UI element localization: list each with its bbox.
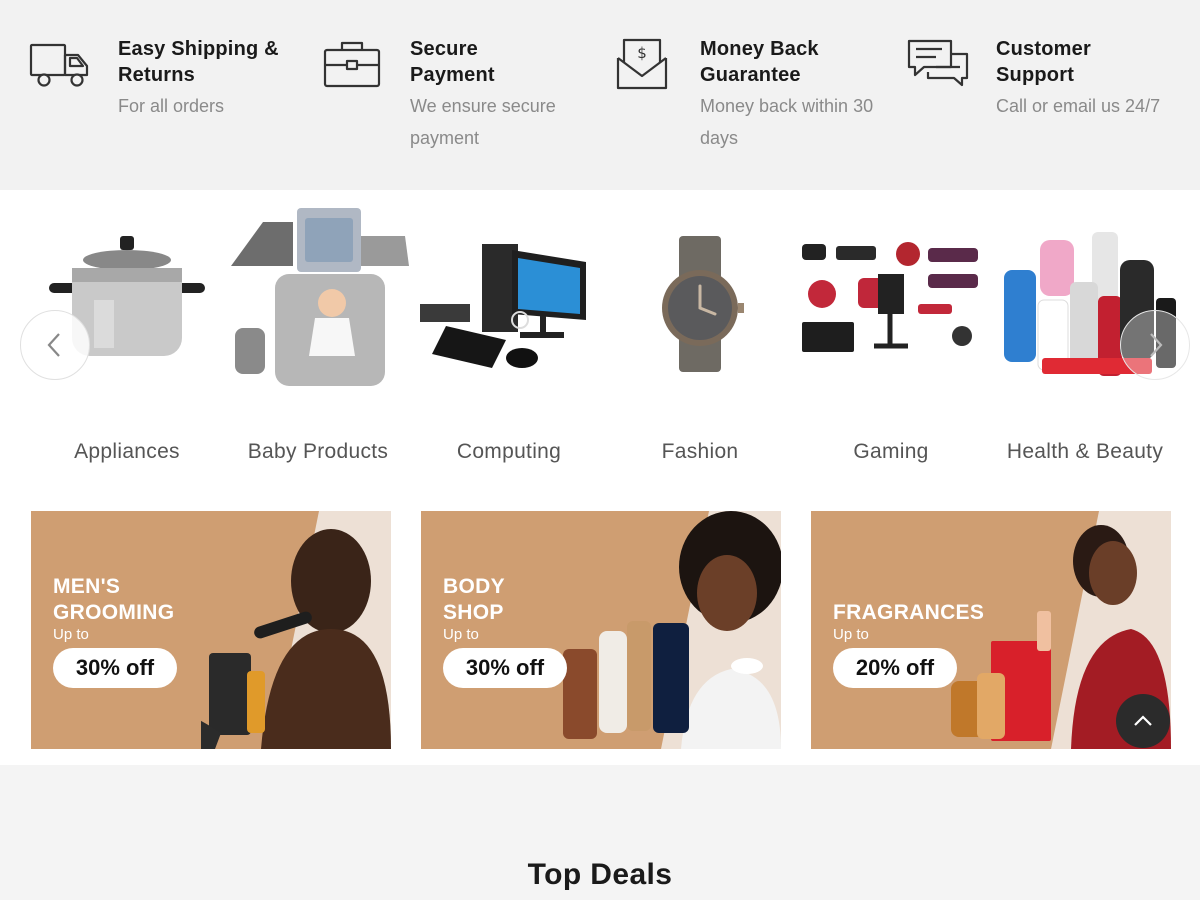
feature-title: Money Back Guarantee [700, 38, 819, 86]
category-carousel: Appliances Baby Products Computing Fashi… [0, 190, 1200, 765]
feature-subtitle: Call or email us 24/7 [996, 96, 1161, 116]
feature-payment: Secure Payment We ensure secure payment [320, 36, 595, 154]
category-fashion[interactable]: Fashion [607, 208, 793, 468]
category-gaming[interactable]: Gaming [798, 208, 984, 468]
banner-upto: Up to [443, 626, 479, 643]
category-label: Gaming [853, 440, 929, 463]
banner-upto: Up to [833, 626, 869, 643]
feature-money-back: $ Money Back Guarantee Money back within… [610, 36, 890, 154]
discount-badge: 20% off [833, 648, 957, 688]
banner-upto: Up to [53, 626, 89, 643]
svg-text:$: $ [637, 44, 647, 62]
discount-badge: 30% off [53, 648, 177, 688]
chevron-right-icon [1150, 333, 1163, 357]
chat-bubbles-icon [907, 39, 969, 87]
feature-title: Easy Shipping & Returns [118, 38, 279, 86]
banner-title-line2: GROOMING [53, 601, 175, 624]
desktop-computer-image [420, 244, 586, 368]
carousel-prev-button[interactable] [20, 310, 90, 380]
carousel-next-button[interactable] [1120, 310, 1190, 380]
discount-badge: 30% off [443, 648, 567, 688]
feature-subtitle: We ensure secure payment [410, 96, 556, 148]
wristwatch-image [662, 236, 744, 372]
banner-title-line2: SHOP [443, 601, 504, 624]
feature-subtitle: For all orders [118, 96, 225, 116]
features-strip: Easy Shipping & Returns For all orders S… [0, 0, 1200, 190]
banner-title-line2: FRAGRANCES [833, 601, 985, 624]
chevron-left-icon [47, 333, 60, 357]
briefcase-icon [323, 41, 381, 88]
category-label: Appliances [74, 440, 180, 463]
section-heading: Top Deals [527, 858, 673, 891]
banner-title-line1: BODY [443, 575, 505, 598]
baby-changing-mat-image [231, 208, 409, 386]
feature-subtitle: Money back within 30 days [700, 96, 874, 148]
money-envelope-icon: $ [616, 38, 668, 90]
category-label: Fashion [661, 440, 739, 463]
banner-title-line1: MEN'S [53, 575, 121, 598]
category-label: Health & Beauty [1006, 440, 1164, 463]
top-deals-section: Top Deals [0, 765, 1200, 900]
category-computing[interactable]: Computing [416, 208, 602, 468]
category-label: Baby Products [247, 440, 389, 463]
category-label: Computing [456, 440, 562, 463]
feature-title: Customer Support [996, 38, 1091, 86]
feature-shipping: Easy Shipping & Returns For all orders [28, 36, 298, 122]
truck-icon [29, 43, 89, 87]
gaming-accessories-image [802, 242, 978, 352]
feature-title: Secure Payment [410, 38, 495, 86]
mens-grooming-photo [201, 529, 391, 749]
feature-support: Customer Support Call or email us 24/7 [906, 36, 1166, 122]
promo-banner-mens-grooming[interactable]: MEN'S GROOMING Up to 30% off [31, 511, 391, 749]
back-to-top-button[interactable] [1116, 694, 1170, 748]
chevron-up-icon [1134, 715, 1152, 726]
category-baby-products[interactable]: Baby Products [225, 208, 411, 468]
promo-banner-body-shop[interactable]: BODY SHOP Up to 30% off [421, 511, 781, 749]
body-shop-photo [563, 511, 781, 749]
